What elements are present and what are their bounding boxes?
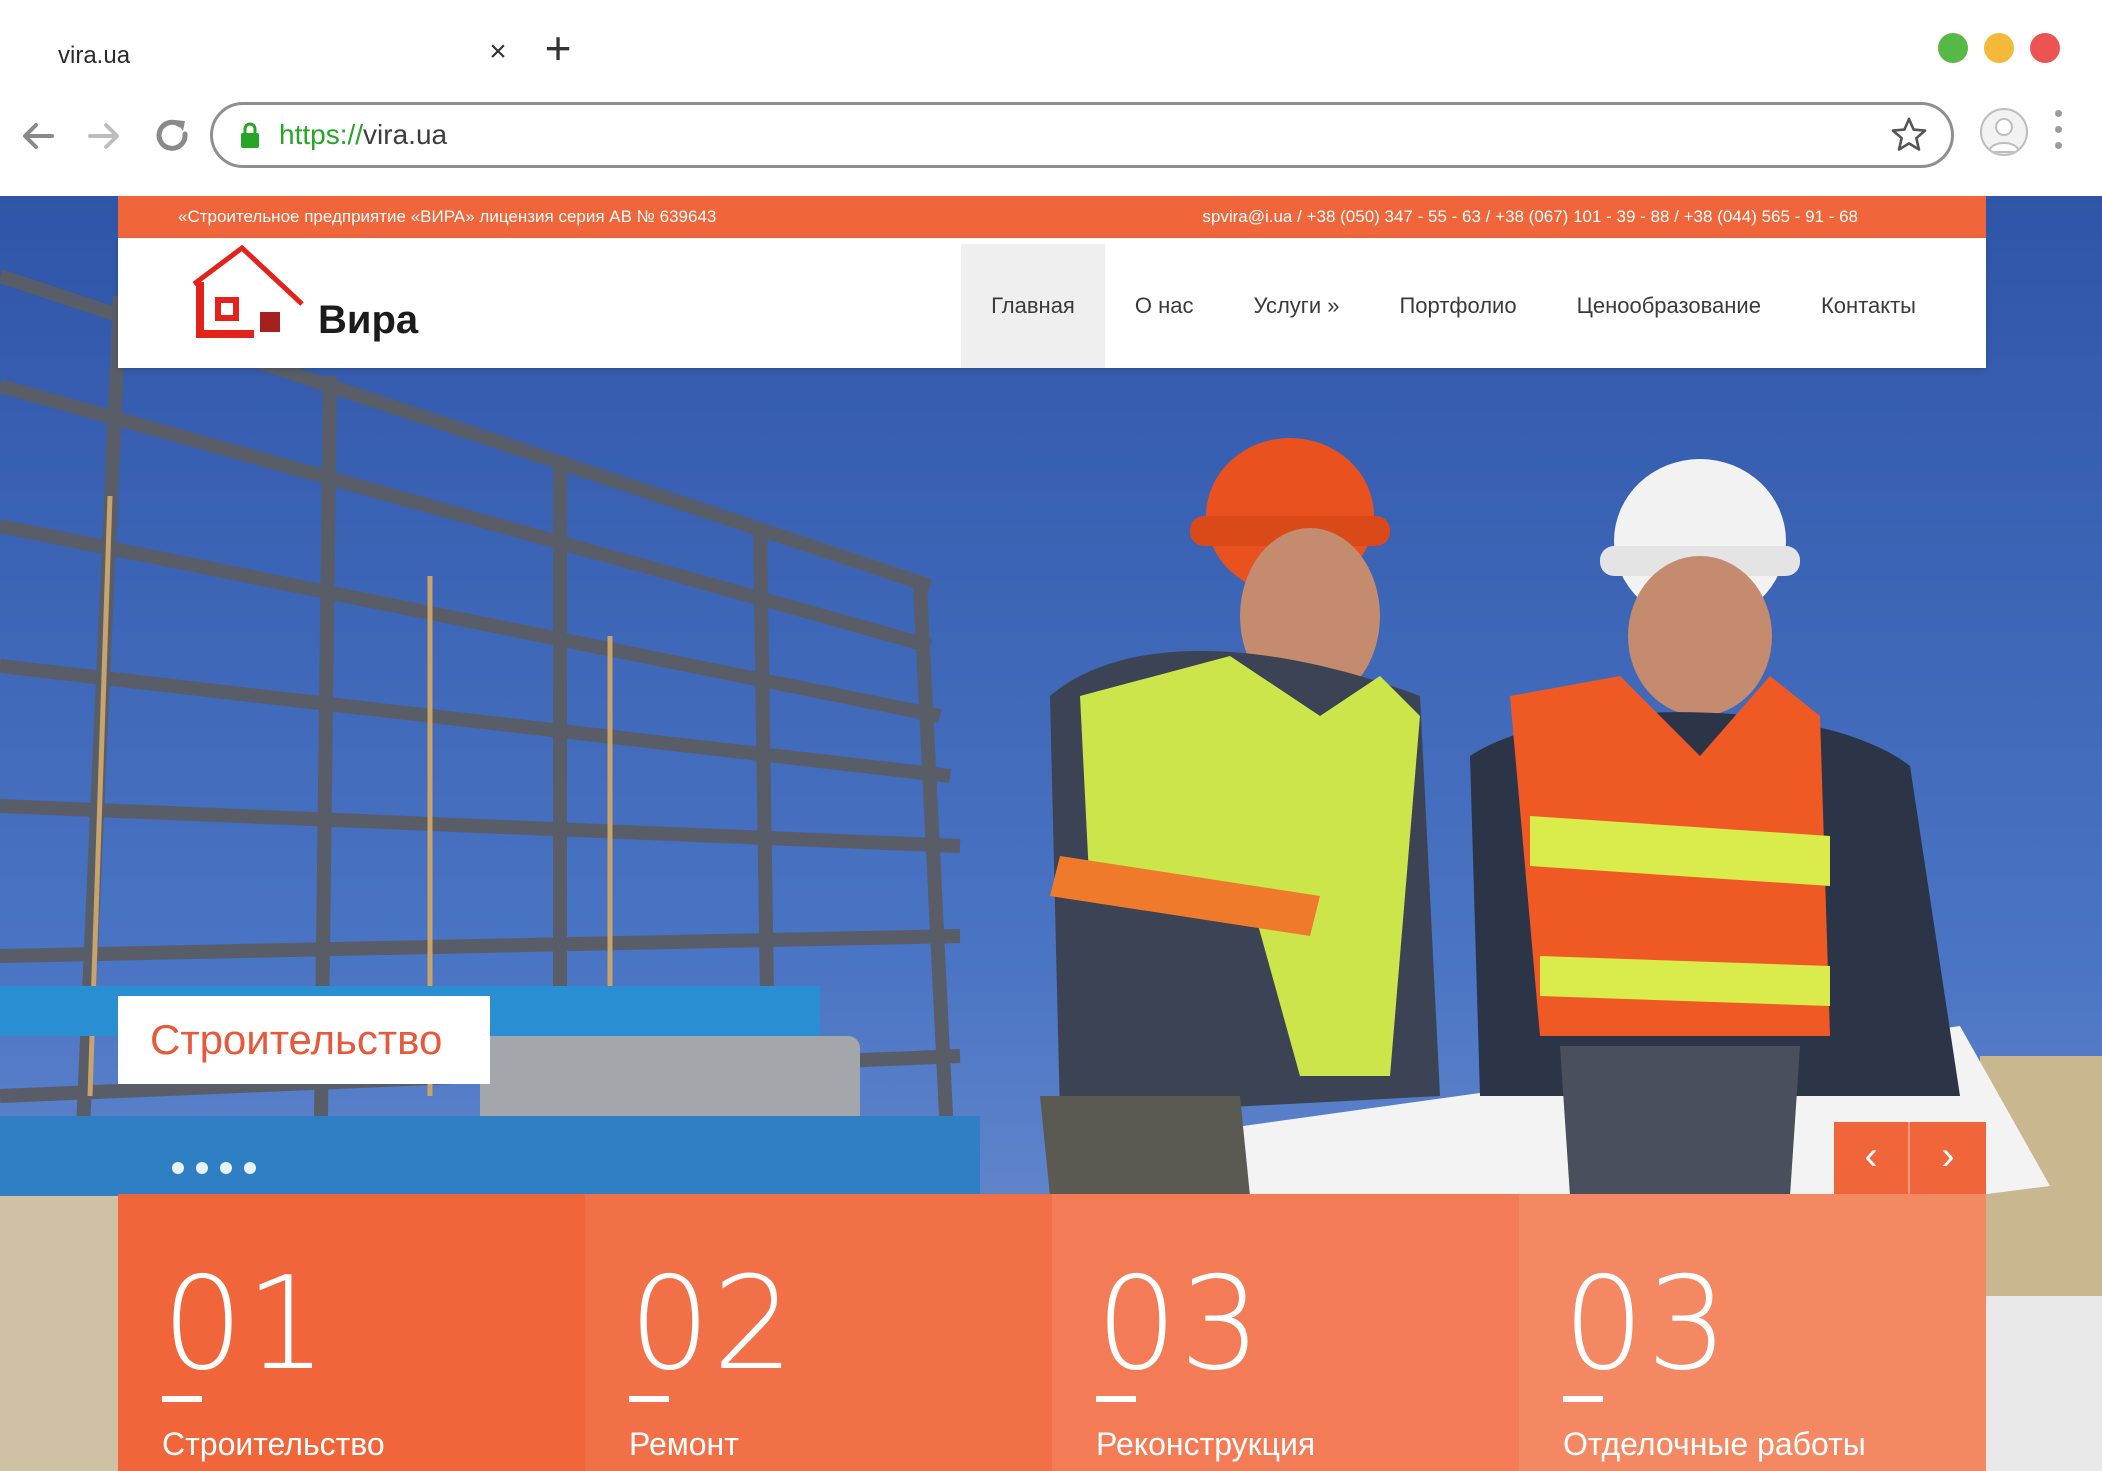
reload-icon — [156, 119, 188, 151]
slider-dot[interactable] — [244, 1162, 256, 1174]
slide-caption: Строительство — [118, 996, 490, 1084]
url-host: vira.ua — [363, 119, 448, 150]
house-logo-icon — [192, 244, 304, 338]
nav-item-home[interactable]: Главная — [961, 244, 1105, 368]
tab-close-icon[interactable]: × — [480, 34, 516, 70]
nav-item-contacts[interactable]: Контакты — [1791, 244, 1946, 368]
site-header: Вира Главная О нас Услуги » Портфолио Це… — [118, 238, 1986, 368]
browser-chrome: vira.ua × + https://vira.ua — [0, 0, 2102, 196]
profile-avatar-icon[interactable] — [1980, 108, 2028, 156]
new-tab-button[interactable]: + — [536, 25, 580, 72]
slider-dot[interactable] — [196, 1162, 208, 1174]
slide-caption-text: Строительство — [150, 1016, 443, 1063]
window-close-button[interactable] — [2030, 33, 2060, 63]
browser-tab[interactable]: vira.ua × — [24, 18, 507, 90]
service-tile-reconstruction[interactable]: 03 Реконструкция — [1052, 1194, 1519, 1471]
slider-dot[interactable] — [172, 1162, 184, 1174]
arrow-right-icon — [88, 123, 119, 149]
service-tile-repair[interactable]: 02 Ремонт — [585, 1194, 1052, 1471]
lock-icon — [241, 122, 259, 148]
bookmark-star-icon[interactable] — [1889, 115, 1929, 155]
arrow-left-icon — [23, 123, 54, 149]
service-tile-finishing[interactable]: 03 Отделочные работы — [1519, 1194, 1986, 1471]
tile-label: Ремонт — [629, 1426, 739, 1462]
tile-number: 03 — [1563, 1250, 1730, 1399]
forward-button[interactable] — [80, 112, 128, 160]
url-scheme: https:// — [279, 119, 364, 150]
top-info-bar: «Строительное предприятие «ВИРА» лицензи… — [118, 196, 1986, 238]
browser-menu-icon[interactable] — [2050, 110, 2066, 156]
tile-number: 02 — [629, 1250, 796, 1399]
slider-next-button[interactable]: › — [1910, 1122, 1986, 1194]
slider-prev-button[interactable]: ‹ — [1834, 1122, 1910, 1194]
nav-item-about[interactable]: О нас — [1105, 244, 1224, 368]
tile-divider — [162, 1396, 202, 1402]
tile-label: Отделочные работы — [1563, 1426, 1866, 1462]
tile-number: 03 — [1096, 1250, 1263, 1399]
page-viewport: «Строительное предприятие «ВИРА» лицензи… — [0, 196, 2102, 1471]
tile-number: 01 — [162, 1250, 329, 1399]
slider-dot[interactable] — [220, 1162, 232, 1174]
tile-divider — [629, 1396, 669, 1402]
user-silhouette-icon — [1987, 118, 2021, 153]
slider-pagination — [172, 1162, 268, 1174]
reload-button[interactable] — [148, 112, 196, 160]
url-text: https://vira.ua — [279, 119, 447, 151]
tab-title: vira.ua — [58, 42, 131, 69]
nav-item-pricing[interactable]: Ценообразование — [1547, 244, 1791, 368]
nav-item-portfolio[interactable]: Портфолио — [1369, 244, 1546, 368]
main-nav: Главная О нас Услуги » Портфолио Ценообр… — [961, 244, 1946, 368]
back-button[interactable] — [14, 112, 62, 160]
window-maximize-button[interactable] — [1938, 33, 1968, 63]
service-tile-construction[interactable]: 01 Строительство — [118, 1194, 585, 1471]
window-minimize-button[interactable] — [1984, 33, 2014, 63]
tile-divider — [1096, 1396, 1136, 1402]
tile-label: Строительство — [162, 1426, 385, 1462]
address-bar[interactable]: https://vira.ua — [210, 102, 1954, 168]
contacts-text[interactable]: spvira@i.ua / +38 (050) 347 - 55 - 63 / … — [1202, 207, 1858, 227]
nav-item-services[interactable]: Услуги » — [1223, 244, 1369, 368]
license-text: «Строительное предприятие «ВИРА» лицензи… — [178, 207, 717, 226]
tile-label: Реконструкция — [1096, 1426, 1316, 1462]
service-tiles: 01 Строительство 02 Ремонт 03 Реконструк… — [118, 1194, 1986, 1471]
tile-divider — [1563, 1396, 1603, 1402]
logo-text: Вира — [318, 298, 419, 342]
